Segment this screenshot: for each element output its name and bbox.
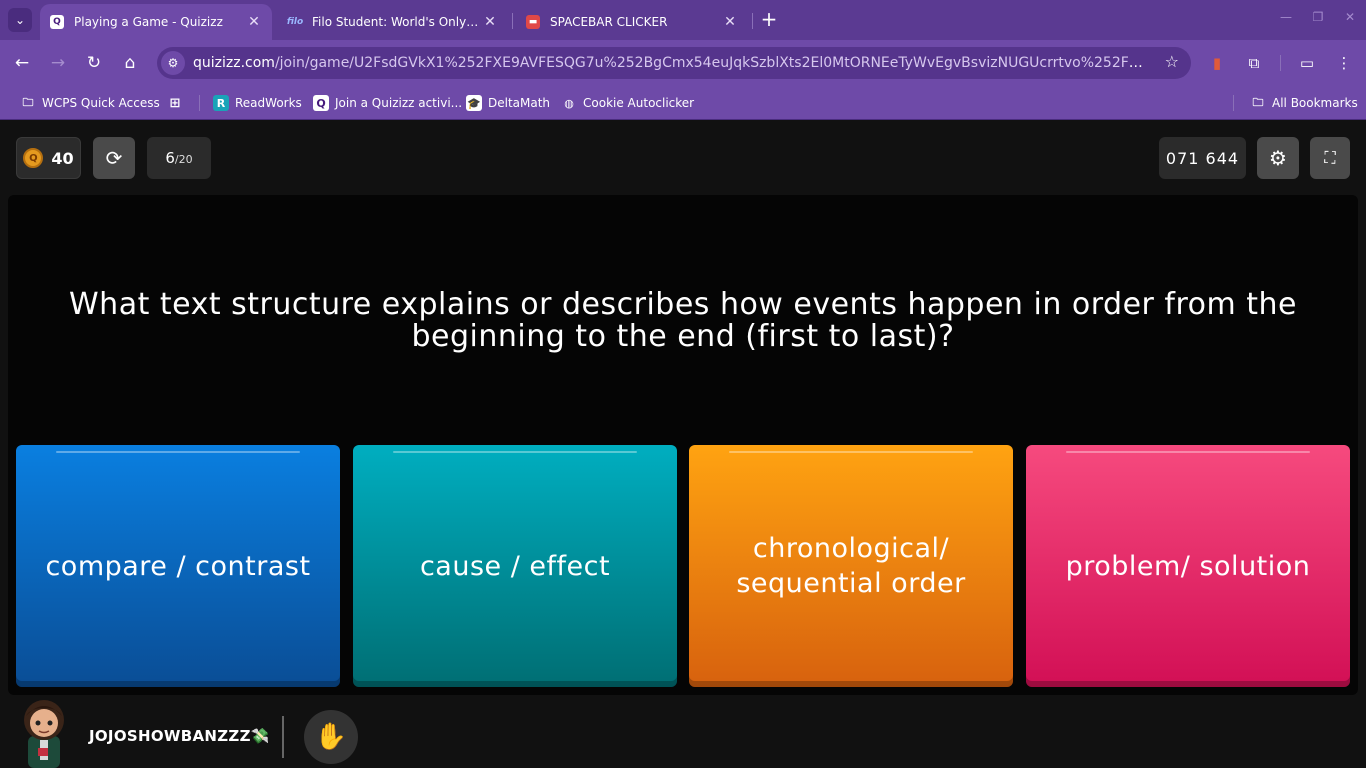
back-arrow-icon[interactable]: ← bbox=[10, 51, 34, 75]
question-progress: 6/20 bbox=[147, 137, 211, 179]
gear-icon: ⚙ bbox=[1269, 146, 1287, 170]
extensions-puzzle-icon[interactable]: ⧉ bbox=[1244, 53, 1264, 73]
tab-separator bbox=[512, 13, 513, 29]
menu-kebab-icon[interactable]: ⋮ bbox=[1334, 53, 1354, 73]
all-bookmarks-label: All Bookmarks bbox=[1272, 96, 1358, 110]
bookmark-label: DeltaMath bbox=[488, 96, 551, 110]
tab-spacebar-clicker[interactable]: ▬ SPACEBAR CLICKER ✕ bbox=[516, 4, 748, 40]
minimize-icon[interactable]: — bbox=[1276, 10, 1296, 30]
tab-title: Playing a Game - Quizizz bbox=[74, 15, 223, 29]
folder-icon: 🗀 bbox=[22, 95, 34, 109]
tab-bar: ⌄ Q Playing a Game - Quizizz ✕ filo Filo… bbox=[0, 0, 1366, 40]
tab-title: SPACEBAR CLICKER bbox=[550, 15, 668, 29]
new-tab-button[interactable]: + bbox=[758, 9, 780, 31]
bookmark-label: ReadWorks bbox=[235, 96, 302, 110]
bookmark-separator bbox=[1233, 95, 1234, 111]
answer-option-3[interactable]: chronological/ sequential order bbox=[689, 445, 1013, 687]
answer-option-4[interactable]: problem/ solution bbox=[1026, 445, 1350, 687]
address-bar[interactable]: ⚙ quizizz.com/join/game/U2FsdGVkX1%252FX… bbox=[157, 47, 1191, 79]
tab-separator bbox=[752, 13, 753, 29]
url-host: quizizz.com bbox=[193, 55, 275, 71]
answer-option-2[interactable]: cause / effect bbox=[353, 445, 677, 687]
forward-arrow-icon[interactable]: → bbox=[46, 51, 70, 75]
bookmark-label: Join a Quizizz activi... bbox=[335, 96, 463, 110]
home-icon[interactable]: ⌂ bbox=[118, 51, 142, 75]
coin-count: 40 bbox=[51, 148, 74, 168]
window-close-icon[interactable]: ✕ bbox=[1340, 10, 1360, 30]
option-label: cause / effect bbox=[419, 550, 611, 582]
player-username: JOJOSHOWBANZZZ💸 bbox=[89, 727, 270, 745]
quiz-page: Q 40 ⟳ 6/20 071 644 ⚙ ⛶ What text struct… bbox=[0, 121, 1366, 768]
refresh-button[interactable]: ⟳ bbox=[93, 137, 135, 179]
bookmark-star-icon[interactable]: ☆ bbox=[1165, 52, 1179, 71]
bookmark-label: WCPS Quick Access bbox=[42, 96, 160, 110]
quizizz-icon: Q bbox=[313, 95, 329, 111]
tab-close-icon[interactable]: ✕ bbox=[722, 14, 738, 30]
reload-icon[interactable]: ↻ bbox=[82, 51, 106, 75]
graduation-cap-icon: 🎓 bbox=[466, 95, 482, 111]
apps-grid-icon: ⊞ bbox=[169, 95, 181, 111]
bookmark-join-quizizz[interactable]: Q Join a Quizizz activi... bbox=[313, 93, 462, 113]
raised-hand-icon: ✋ bbox=[314, 722, 348, 752]
refresh-icon: ⟳ bbox=[105, 146, 123, 170]
globe-icon: ◍ bbox=[564, 96, 574, 110]
readworks-icon: R bbox=[213, 95, 229, 111]
toolbar-separator bbox=[1280, 55, 1281, 71]
fullscreen-icon: ⛶ bbox=[1324, 148, 1336, 167]
url-path: /join/game/U2FsdGVkX1%252FXE9AVFESQG7u%2… bbox=[274, 55, 1143, 71]
tab-filo[interactable]: filo Filo Student: World's Only Live I ✕ bbox=[278, 4, 508, 40]
option-label: problem/ solution bbox=[1065, 550, 1311, 582]
book-extension-icon[interactable]: ▮ bbox=[1207, 53, 1227, 73]
bookmarks-bar: 🗀 WCPS Quick Access ⊞ R ReadWorks Q Join… bbox=[0, 86, 1366, 120]
progress-total: /20 bbox=[174, 153, 193, 166]
site-info-icon[interactable]: ⚙ bbox=[161, 51, 185, 75]
folder-icon: 🗀 bbox=[1252, 95, 1264, 109]
progress-current: 6 bbox=[165, 149, 175, 167]
bookmark-label: Cookie Autoclicker bbox=[583, 96, 695, 110]
footer-divider bbox=[282, 716, 284, 758]
tab-close-icon[interactable]: ✕ bbox=[482, 14, 498, 30]
quizizz-favicon-icon: Q bbox=[50, 15, 64, 29]
option-label: chronological/ sequential order bbox=[736, 533, 966, 599]
player-footer: JOJOSHOWBANZZZ💸 ✋ bbox=[0, 694, 1366, 768]
bookmark-readworks[interactable]: R ReadWorks bbox=[213, 93, 302, 113]
answer-option-1[interactable]: compare / contrast bbox=[16, 445, 340, 687]
raise-hand-button[interactable]: ✋ bbox=[304, 710, 358, 764]
all-bookmarks-button[interactable]: 🗀 All Bookmarks bbox=[1250, 93, 1358, 113]
game-controller-icon: ▬ bbox=[526, 15, 540, 29]
coin-counter: Q 40 bbox=[16, 137, 81, 179]
url-text[interactable]: quizizz.com/join/game/U2FsdGVkX1%252FXE9… bbox=[193, 55, 1143, 71]
tab-quizizz[interactable]: Q Playing a Game - Quizizz ✕ bbox=[40, 4, 272, 40]
bookmark-cookie-autoclicker[interactable]: ◍ Cookie Autoclicker bbox=[561, 93, 694, 113]
bookmark-deltamath[interactable]: 🎓 DeltaMath bbox=[466, 93, 550, 113]
cast-icon[interactable]: ▭ bbox=[1297, 53, 1317, 73]
browser-toolbar: ← → ↻ ⌂ ⚙ quizizz.com/join/game/U2FsdGVk… bbox=[0, 40, 1366, 86]
bookmark-apps[interactable]: ⊞ bbox=[167, 93, 189, 113]
coin-icon: Q bbox=[23, 148, 44, 168]
filo-favicon-icon: filo bbox=[286, 17, 304, 27]
tab-title: Filo Student: World's Only Live I bbox=[312, 15, 482, 29]
question-text: What text structure explains or describe… bbox=[69, 287, 1297, 354]
option-label: compare / contrast bbox=[45, 550, 311, 582]
tab-search-button[interactable]: ⌄ bbox=[8, 8, 32, 32]
fullscreen-button[interactable]: ⛶ bbox=[1310, 137, 1350, 179]
tab-close-icon[interactable]: ✕ bbox=[246, 14, 262, 30]
restore-icon[interactable]: ❐ bbox=[1308, 10, 1328, 30]
question-container: What text structure explains or describe… bbox=[8, 195, 1358, 695]
settings-button[interactable]: ⚙ bbox=[1257, 137, 1299, 179]
bookmark-separator bbox=[199, 95, 200, 111]
avatar bbox=[24, 700, 64, 768]
game-code: 071 644 bbox=[1159, 137, 1246, 179]
bookmark-wcps-quick-access[interactable]: 🗀 WCPS Quick Access bbox=[20, 93, 160, 113]
